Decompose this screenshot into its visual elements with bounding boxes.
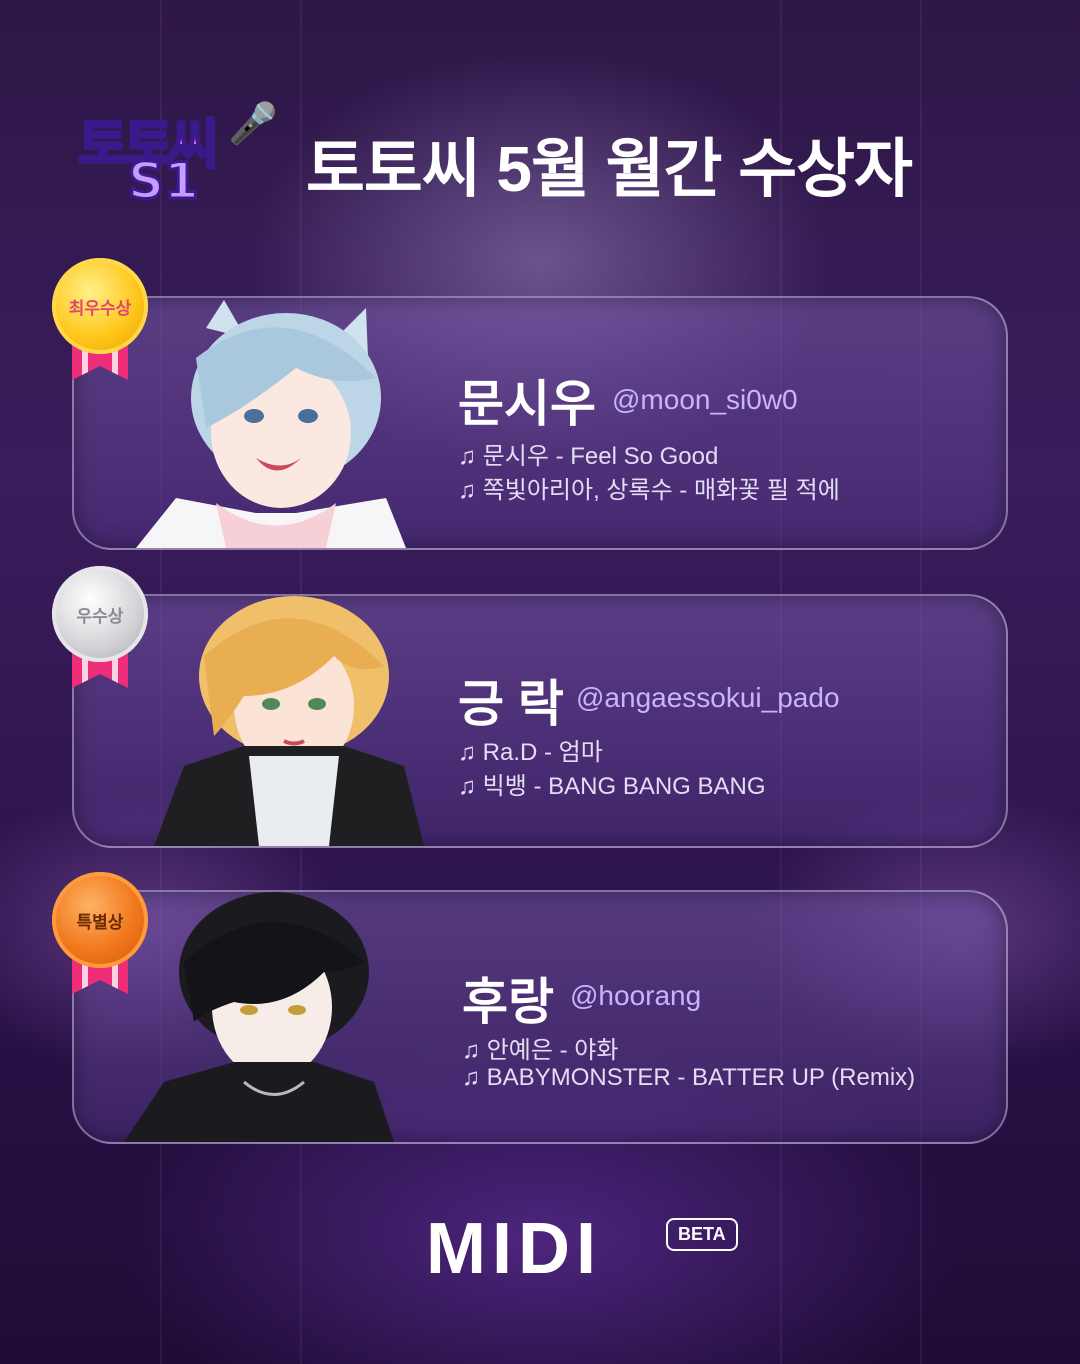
song-line: ♫ 문시우 - Feel So Good [458,443,719,470]
winner-name: 문시우 [458,376,596,432]
medal-label: 최우수상 [52,258,148,354]
totossi-s1-logo: 토토씨 S1 🎤 [76,100,277,218]
page-title: 토토씨 5월 월간 수상자 [306,133,913,205]
beta-badge: BETA [666,1218,738,1251]
song-line: ♫ 쪽빛아리아, 상록수 - 매화꽃 필 적에 [458,477,840,504]
medal-label: 우수상 [52,566,148,662]
song-line: ♫ 빅뱅 - BANG BANG BANG [458,773,766,800]
avatar-geung-rak [154,596,424,846]
winner-handle: @hoorang [570,980,702,1011]
gold-medal-icon: 최우수상 [52,258,148,398]
winner-handle: @moon_si0w0 [612,384,798,415]
bronze-medal-icon: 특별상 [52,872,148,1012]
logo-season: S1 [127,151,201,212]
award-card-excellence: 긍 락 @angaessokui_pado ♫ Ra.D - 엄마 ♫ 빅뱅 -… [72,594,1008,848]
song-line: ♫ Ra.D - 엄마 [458,739,603,766]
silver-medal-icon: 우수상 [52,566,148,706]
medal-label: 특별상 [52,872,148,968]
winner-handle: @angaessokui_pado [576,682,840,713]
avatar-moon-siwoo [136,300,406,548]
winner-name: 긍 락 [458,676,564,732]
winner-name: 후랑 [462,974,554,1030]
award-card-special: 후랑 @hoorang ♫ 안예은 - 야화 ♫ BABYMONSTER - B… [72,890,1008,1144]
brand-wordmark: MIDI [426,1209,602,1289]
award-card-grand: 문시우 @moon_si0w0 ♫ 문시우 - Feel So Good ♫ 쪽… [72,296,1008,550]
microphone-icon: 🎤 [228,101,278,147]
song-line: ♫ BABYMONSTER - BATTER UP (Remix) [462,1064,916,1091]
avatar-hoorang [124,892,394,1142]
midi-brand-logo: MIDI BETA [426,1209,746,1289]
song-line: ♫ 안예은 - 야화 [462,1037,619,1064]
